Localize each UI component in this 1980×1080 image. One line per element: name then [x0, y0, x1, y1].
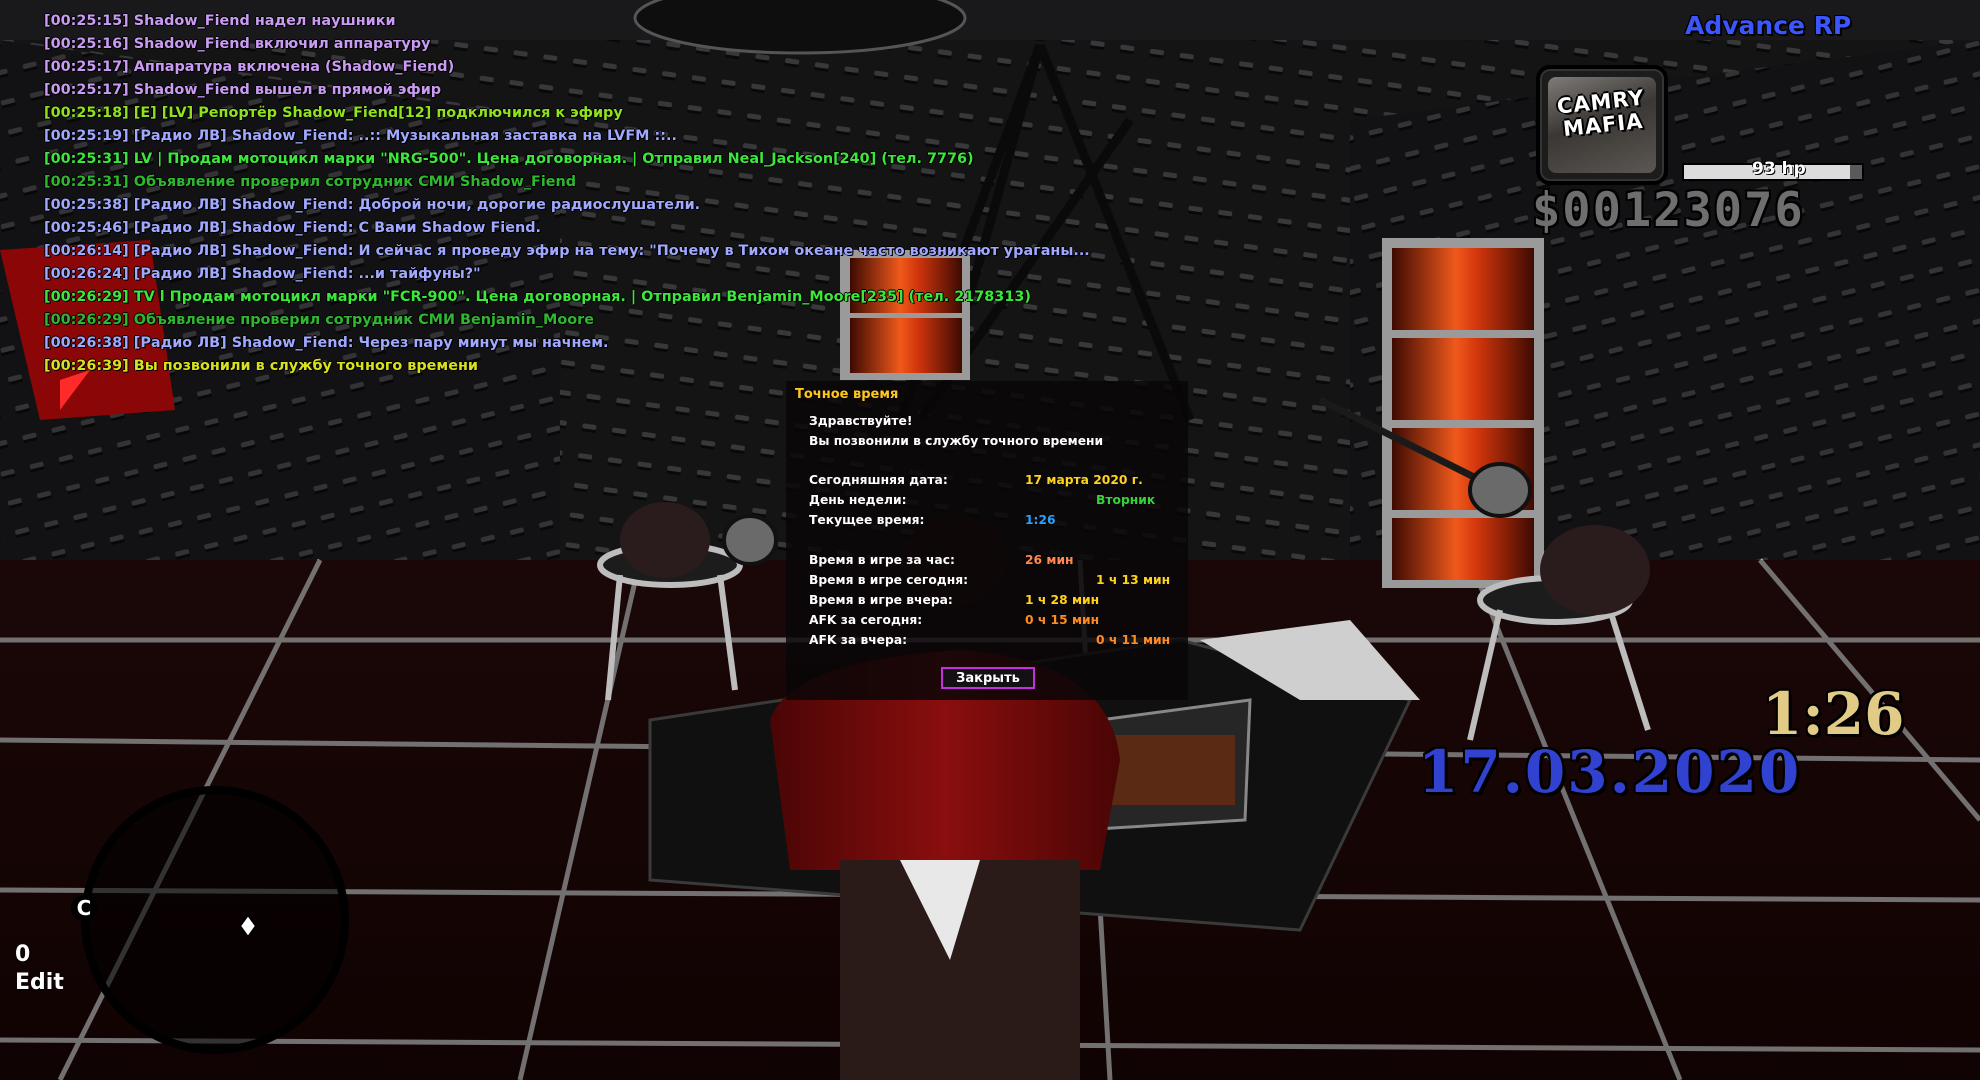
exact-time-dialog: Точное время Здравствуйте! Вы позвонили … [786, 381, 1188, 700]
dialog-row-value: 26 мин [1025, 553, 1074, 567]
money-counter: $00123076 [1532, 183, 1805, 238]
dialog-greeting: Здравствуйте! [809, 414, 913, 428]
chat-line: [00:25:16] Shadow_Fiend включил аппарату… [44, 36, 431, 52]
dialog-message: Вы позвонили в службу точного времени [809, 434, 1104, 448]
chat-line: [00:25:19] [Радио ЛВ] Shadow_Fiend: ..::… [44, 128, 677, 144]
chat-line: [00:25:15] Shadow_Fiend надел наушники [44, 13, 396, 29]
close-button[interactable]: Закрыть [941, 667, 1035, 689]
dialog-row-label: Время в игре сегодня: [809, 573, 969, 587]
dialog-row-value: 0 ч 11 мин [1096, 633, 1171, 647]
game-date: 17.03.2020 [1418, 738, 1802, 806]
chat-line: [00:26:24] [Радио ЛВ] Shadow_Fiend: ...и… [44, 266, 481, 282]
dialog-row-value: 17 марта 2020 г. [1025, 473, 1143, 487]
chat-line: [00:25:31] LV | Продам мотоцикл марки "N… [44, 151, 974, 167]
weapon-icon: CAMRY MAFIA [1536, 65, 1668, 185]
chat-line: [00:26:29] Объявление проверил сотрудник… [44, 312, 594, 328]
chat-log: [00:25:15] Shadow_Fiend надел наушники [0… [44, 10, 1144, 378]
dialog-row-value: 1 ч 13 мин [1096, 573, 1171, 587]
dialog-row-label: AFK за вчера: [809, 633, 908, 647]
dialog-row-label: Сегодняшняя дата: [809, 473, 948, 487]
health-text: 93 hp [1752, 159, 1806, 179]
dialog-row-value: Вторник [1096, 493, 1156, 507]
chat-line: [00:25:17] Shadow_Fiend вышел в прямой э… [44, 82, 442, 98]
chat-line: [00:26:38] [Радио ЛВ] Shadow_Fiend: Чере… [44, 335, 609, 351]
dialog-title: Точное время [795, 387, 899, 402]
dialog-row-label: Время в игре за час: [809, 553, 955, 567]
edit-label: Edit [15, 970, 64, 995]
dialog-row-value: 0 ч 15 мин [1025, 613, 1100, 627]
server-name: Advance RP [1685, 11, 1852, 40]
dialog-row-label: Текущее время: [809, 513, 925, 527]
chat-line: [00:25:18] [E] [LV] Репортёр Shadow_Fien… [44, 105, 623, 121]
radar-compass-letter: C [77, 896, 92, 920]
dialog-row-label: Время в игре вчера: [809, 593, 953, 607]
chat-line: [00:25:46] [Радио ЛВ] Shadow_Fiend: С Ва… [44, 220, 541, 236]
dialog-row-value: 1 ч 28 мин [1025, 593, 1100, 607]
dialog-row-label: AFK за сегодня: [809, 613, 923, 627]
chat-line: [00:25:38] [Радио ЛВ] Shadow_Fiend: Добр… [44, 197, 701, 213]
chat-line: [00:25:17] Аппаратура включена (Shadow_F… [44, 59, 455, 75]
edit-count: 0 [15, 942, 31, 967]
chat-line: [00:26:14] [Радио ЛВ] Shadow_Fiend: И се… [44, 243, 1090, 259]
chat-line: [00:25:31] Объявление проверил сотрудник… [44, 174, 577, 190]
dialog-row-value: 1:26 [1025, 513, 1056, 527]
chat-line: [00:26:39] Вы позвонили в службу точного… [44, 358, 478, 374]
chat-line: [00:26:29] TV l Продам мотоцикл марки "F… [44, 289, 1031, 305]
dialog-row-label: День недели: [809, 493, 907, 507]
